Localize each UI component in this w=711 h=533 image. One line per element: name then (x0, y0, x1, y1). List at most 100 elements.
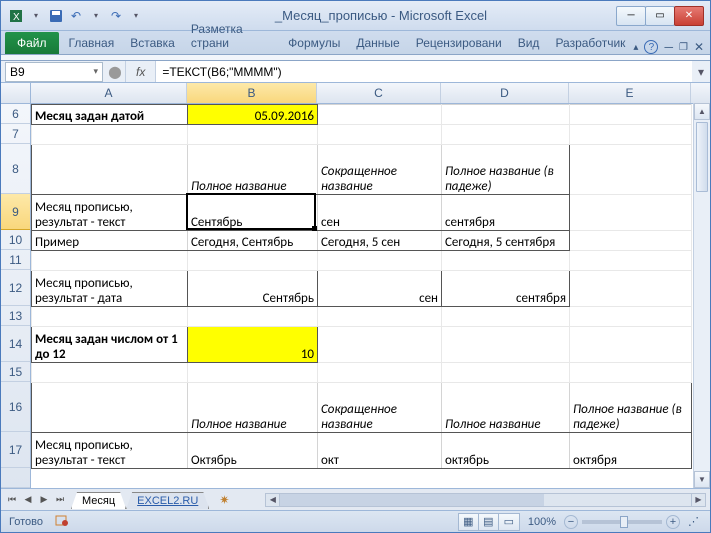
cell-D6[interactable] (442, 105, 570, 125)
horizontal-scrollbar[interactable]: ◀ ▶ (265, 493, 706, 507)
cell-E6[interactable] (570, 105, 692, 125)
select-all-corner[interactable] (1, 83, 31, 103)
row-header-8[interactable]: 8 (1, 144, 30, 194)
zoom-level[interactable]: 100% (528, 516, 556, 528)
hscroll-left-icon[interactable]: ◀ (266, 494, 280, 506)
dropdown-icon[interactable]: ▾ (87, 7, 105, 25)
cell-E7[interactable] (570, 125, 692, 145)
minimize-button[interactable]: ─ (616, 6, 646, 26)
tab-home[interactable]: Главная (61, 32, 123, 54)
cell-E15[interactable] (570, 363, 692, 383)
cell-B10[interactable]: Сегодня, Сентябрь (188, 231, 318, 251)
cell-D11[interactable] (442, 251, 570, 271)
cell-C12[interactable]: сен (318, 271, 442, 307)
dropdown-icon[interactable]: ▾ (127, 7, 145, 25)
vertical-scrollbar[interactable]: ▲ ▼ (693, 104, 710, 488)
tab-formulas[interactable]: Формулы (280, 32, 348, 54)
cell-C15[interactable] (318, 363, 442, 383)
tab-nav-next-icon[interactable]: ▶ (37, 492, 51, 508)
row-header-15[interactable]: 15 (1, 362, 30, 382)
cell-A17[interactable]: Месяц прописью, результат - текст (32, 433, 188, 469)
cell-D13[interactable] (442, 307, 570, 327)
zoom-out-icon[interactable]: − (564, 515, 578, 529)
tab-nav-last-icon[interactable]: ⏭ (53, 492, 67, 508)
cell-C13[interactable] (318, 307, 442, 327)
cell-A15[interactable] (32, 363, 188, 383)
redo-icon[interactable]: ↷ (107, 7, 125, 25)
vscroll-thumb[interactable] (696, 122, 708, 192)
macro-record-icon[interactable] (55, 513, 69, 530)
cell-C6[interactable] (318, 105, 442, 125)
dropdown-icon[interactable]: ▾ (27, 7, 45, 25)
close-button[interactable]: ✕ (674, 6, 704, 26)
cell-A13[interactable] (32, 307, 188, 327)
cell-C17[interactable]: окт (318, 433, 442, 469)
cell-A12[interactable]: Месяц прописью, результат - дата (32, 271, 188, 307)
cell-E14[interactable] (570, 327, 692, 363)
row-header-11[interactable]: 11 (1, 250, 30, 270)
cell-C9[interactable]: сен (318, 195, 442, 231)
cell-E17[interactable]: октября (570, 433, 692, 469)
row-header-6[interactable]: 6 (1, 104, 30, 124)
save-icon[interactable] (47, 7, 65, 25)
zoom-track[interactable] (582, 520, 662, 524)
file-tab[interactable]: Файл (5, 32, 59, 54)
page-break-view-icon[interactable]: ▭ (499, 514, 519, 530)
formula-input[interactable] (156, 61, 692, 82)
cell-D16[interactable]: Полное название (442, 383, 570, 433)
name-box-dropdown-icon[interactable]: ▾ (93, 66, 98, 77)
cell-B17[interactable]: Октябрь (188, 433, 318, 469)
row-header-10[interactable]: 10 (1, 230, 30, 250)
col-header-D[interactable]: D (441, 83, 569, 103)
cell-C11[interactable] (318, 251, 442, 271)
resize-grip-icon[interactable]: ⋰ (688, 515, 702, 529)
cell-B16[interactable]: Полное название (188, 383, 318, 433)
row-header-12[interactable]: 12 (1, 270, 30, 306)
ribbon-minimize-icon[interactable]: ▴ (633, 42, 638, 53)
col-header-A[interactable]: A (31, 83, 187, 103)
page-layout-view-icon[interactable]: ▤ (479, 514, 499, 530)
name-box[interactable]: B9 ▾ (5, 62, 103, 82)
tab-view[interactable]: Вид (510, 32, 548, 54)
cell-B11[interactable] (188, 251, 318, 271)
cell-A9[interactable]: Месяц прописью, результат - текст (32, 195, 188, 231)
cell-D9[interactable]: сентября (442, 195, 570, 231)
cell-C16[interactable]: Сокращенное название (318, 383, 442, 433)
cell-D10[interactable]: Сегодня, 5 сентября (442, 231, 570, 251)
cell-C7[interactable] (318, 125, 442, 145)
cell-C14[interactable] (318, 327, 442, 363)
row-header-14[interactable]: 14 (1, 326, 30, 362)
col-header-B[interactable]: B (187, 83, 317, 103)
new-sheet-icon[interactable]: ✷ (213, 491, 235, 509)
undo-icon[interactable]: ↶ (67, 7, 85, 25)
tab-data[interactable]: Данные (348, 32, 407, 54)
cell-A8[interactable] (32, 145, 188, 195)
child-min-icon[interactable]: ─ (664, 40, 673, 54)
cell-E12[interactable] (570, 271, 692, 307)
cell-E9[interactable] (570, 195, 692, 231)
tab-page-layout[interactable]: Разметка страни (183, 18, 280, 54)
cell-E16[interactable]: Полное название (в падеже) (570, 383, 692, 433)
scroll-up-icon[interactable]: ▲ (694, 104, 710, 120)
row-header-18[interactable] (1, 468, 30, 488)
col-header-C[interactable]: C (317, 83, 441, 103)
hscroll-thumb[interactable] (280, 494, 543, 506)
sheet-tab-active[interactable]: Месяц (71, 492, 126, 509)
maximize-button[interactable]: ▭ (645, 6, 675, 26)
zoom-slider[interactable]: − + (564, 515, 680, 529)
cell-B14[interactable]: 10 (188, 327, 318, 363)
zoom-in-icon[interactable]: + (666, 515, 680, 529)
cell-B8[interactable]: Полное название (188, 145, 318, 195)
row-header-16[interactable]: 16 (1, 382, 30, 432)
tab-nav-prev-icon[interactable]: ◀ (21, 492, 35, 508)
cell-B12[interactable]: Сентябрь (188, 271, 318, 307)
cell-D17[interactable]: октябрь (442, 433, 570, 469)
cell-D8[interactable]: Полное название (в падеже) (442, 145, 570, 195)
child-restore-icon[interactable]: ❐ (679, 42, 688, 53)
child-close-icon[interactable]: ✕ (694, 40, 704, 54)
cell-B6[interactable]: 05.09.2016 (188, 105, 318, 125)
cell-B13[interactable] (188, 307, 318, 327)
cell-A7[interactable] (32, 125, 188, 145)
sheet-tab-inactive[interactable]: EXCEL2.RU (126, 492, 209, 509)
cell-D14[interactable] (442, 327, 570, 363)
